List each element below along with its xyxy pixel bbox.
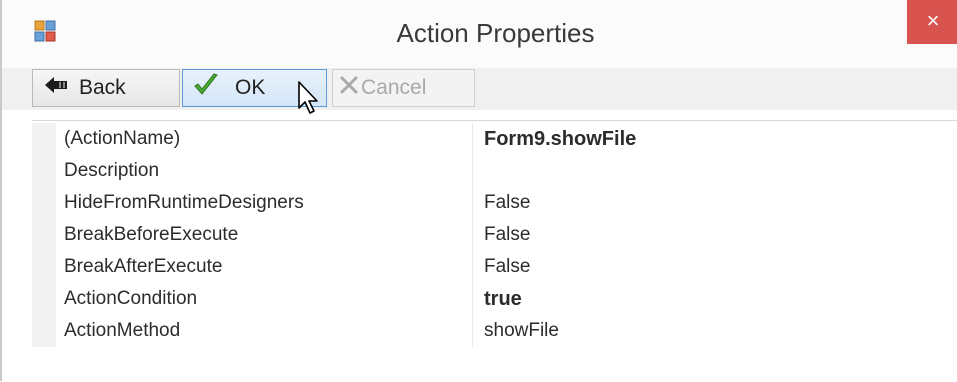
cancel-button[interactable]: Cancel: [332, 69, 475, 107]
property-grid: (ActionName) Form9.showFile Description …: [32, 120, 957, 382]
property-name: ActionMethod: [64, 320, 181, 341]
mouse-cursor-icon: [298, 81, 318, 114]
property-row[interactable]: HideFromRuntimeDesigners False: [32, 187, 957, 219]
property-name: Description: [64, 160, 160, 181]
property-value[interactable]: showFile: [484, 320, 559, 342]
action-properties-window: Action Properties × Back OK Cancel (Acti…: [0, 0, 957, 382]
property-row[interactable]: ActionMethod showFile: [32, 315, 957, 347]
property-row[interactable]: BreakBeforeExecute False: [32, 219, 957, 251]
property-name: BreakBeforeExecute: [64, 224, 239, 245]
property-value[interactable]: False: [484, 192, 530, 214]
close-icon: ×: [926, 8, 940, 33]
property-value[interactable]: False: [484, 224, 530, 246]
property-name: (ActionName): [64, 128, 181, 149]
window-title: Action Properties: [396, 18, 595, 48]
property-value[interactable]: False: [484, 256, 530, 278]
toolbar: Back OK Cancel: [2, 68, 957, 110]
property-row[interactable]: Description: [32, 155, 957, 187]
property-row[interactable]: (ActionName) Form9.showFile: [32, 123, 957, 155]
cancel-label: Cancel: [361, 76, 427, 99]
property-row[interactable]: BreakAfterExecute False: [32, 251, 957, 283]
back-label: Back: [79, 76, 126, 99]
property-value[interactable]: Form9.showFile: [484, 128, 636, 151]
property-name: HideFromRuntimeDesigners: [64, 192, 304, 213]
ok-label: OK: [235, 76, 266, 99]
property-name: BreakAfterExecute: [64, 256, 223, 277]
property-value[interactable]: true: [484, 288, 522, 311]
property-row[interactable]: ActionCondition true: [32, 283, 957, 315]
close-button[interactable]: ×: [907, 0, 957, 44]
back-arrow-icon: [45, 76, 69, 100]
property-name: ActionCondition: [64, 288, 198, 309]
title-bar: Action Properties ×: [2, 0, 957, 68]
x-cancel-icon: [339, 75, 359, 101]
back-button[interactable]: Back: [32, 69, 180, 107]
checkmark-icon: [193, 73, 219, 103]
